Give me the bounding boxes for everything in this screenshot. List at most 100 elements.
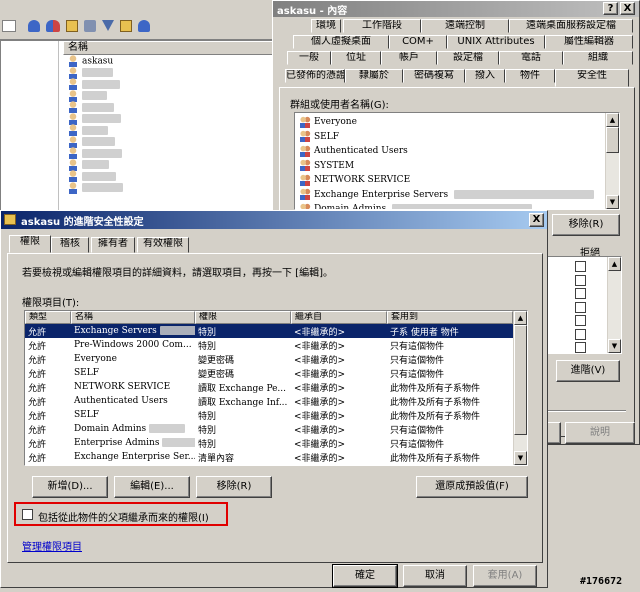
restore-defaults-button[interactable]: 還原成預設值(F) bbox=[416, 476, 528, 498]
principal-item[interactable]: Authenticated Users bbox=[299, 144, 615, 159]
principal-list[interactable]: Everyone SELF Authenticated Users SYSTEM NET… bbox=[294, 112, 620, 210]
toolbar-icon-ou[interactable] bbox=[66, 20, 78, 32]
toolbar-icon-group[interactable] bbox=[46, 20, 60, 32]
help-title-button[interactable]: ? bbox=[603, 2, 618, 15]
tab-row2-0[interactable]: 個人虛擬桌面 bbox=[293, 35, 389, 49]
principal-item[interactable]: SYSTEM bbox=[299, 159, 615, 174]
deny-checkbox[interactable] bbox=[575, 274, 586, 286]
tab-row3-3[interactable]: 設定檔 bbox=[437, 51, 499, 65]
scroll-thumb[interactable] bbox=[606, 127, 619, 153]
table-row[interactable]: 允許 Exchange Enterprise Ser... 清單內容 <非繼承的> 此物… bbox=[25, 450, 513, 464]
tab-row1-1[interactable]: 工作階段 bbox=[343, 19, 421, 33]
tab-row3-1[interactable]: 位址 bbox=[331, 51, 381, 65]
list-item[interactable] bbox=[67, 66, 267, 79]
table-row[interactable]: 允許 Enterprise Admins 特別 <非繼承的> 只有這個物件 bbox=[25, 436, 513, 450]
principal-item[interactable]: NETWORK SERVICE bbox=[299, 173, 615, 188]
toolbar-icon-find[interactable] bbox=[84, 20, 96, 32]
inherit-checkbox[interactable] bbox=[22, 509, 33, 520]
scroll-up-icon[interactable]: ▲ bbox=[606, 113, 619, 127]
deny-checkbox[interactable] bbox=[575, 288, 586, 299]
advanced-close-button[interactable]: X bbox=[529, 213, 544, 227]
toolbar-icon-user[interactable] bbox=[28, 20, 40, 32]
table-row[interactable]: 允許 Everyone 變更密碼 <非繼承的> 只有這個物件 bbox=[25, 352, 513, 366]
entries-scroll-up-icon[interactable]: ▲ bbox=[514, 311, 527, 325]
list-item[interactable] bbox=[67, 124, 267, 136]
entries-scrollbar[interactable]: ▲ ▼ bbox=[513, 311, 527, 465]
list-item[interactable] bbox=[67, 181, 267, 194]
table-row[interactable]: 允許 SELF 變更密碼 <非繼承的> 只有這個物件 bbox=[25, 366, 513, 380]
tab-row2-2[interactable]: UNIX Attributes bbox=[447, 35, 545, 49]
adv-tab-2[interactable]: 擁有者 bbox=[91, 237, 135, 253]
tab-row4-2[interactable]: 密碼複寫 bbox=[403, 69, 465, 83]
list-item[interactable] bbox=[67, 89, 267, 102]
tab-row1-3[interactable]: 遠端桌面服務設定檔 bbox=[509, 19, 633, 33]
column-header-name[interactable]: 名稱 bbox=[71, 311, 195, 324]
deny-checkbox[interactable] bbox=[575, 328, 586, 340]
list-item[interactable] bbox=[67, 170, 267, 182]
deny-checkbox[interactable] bbox=[575, 315, 586, 326]
toolbar-icon-left[interactable] bbox=[2, 20, 16, 32]
adv-tab-0[interactable]: 權限 bbox=[9, 235, 51, 253]
adv-tab-1[interactable]: 稽核 bbox=[51, 237, 89, 253]
tab-row4-5[interactable]: 安全性 bbox=[555, 69, 629, 87]
properties-help-button[interactable]: 說明 bbox=[565, 422, 635, 444]
table-row[interactable]: 允許 Domain Admins 特別 <非繼承的> 只有這個物件 bbox=[25, 422, 513, 436]
tab-row3-5[interactable]: 組織 bbox=[563, 51, 633, 65]
toolbar-icon-move[interactable] bbox=[120, 20, 132, 32]
column-header-apply-to[interactable]: 套用到 bbox=[387, 311, 513, 324]
deny-checkbox[interactable] bbox=[575, 342, 586, 353]
tab-row4-3[interactable]: 撥入 bbox=[465, 69, 505, 83]
column-header-inherited[interactable]: 繼承自 bbox=[291, 311, 387, 324]
tab-row4-1[interactable]: 隸屬於 bbox=[345, 69, 403, 83]
perm-scroll-up-icon[interactable]: ▲ bbox=[608, 257, 621, 271]
close-title-button[interactable]: X bbox=[620, 2, 635, 15]
table-row[interactable]: 允許 Exchange Servers 特別 <非繼承的> 子系 使用者 物件 bbox=[25, 324, 513, 338]
entries-scroll-down-icon[interactable]: ▼ bbox=[514, 451, 527, 465]
principal-item[interactable]: Domain Admins bbox=[299, 202, 615, 209]
apply-button[interactable]: 套用(A) bbox=[473, 565, 537, 587]
permission-entries-list[interactable]: 類型 名稱 權限 繼承自 套用到 允許 Exchange Servers 特別 <非繼… bbox=[24, 310, 528, 466]
table-row[interactable]: 允許 Authenticated Users 讀取 Exchange Inf... <… bbox=[25, 394, 513, 408]
list-item[interactable] bbox=[67, 101, 267, 113]
list-item[interactable] bbox=[67, 78, 267, 90]
filter-icon[interactable] bbox=[102, 20, 114, 31]
principal-scrollbar[interactable]: ▲ ▼ bbox=[605, 113, 619, 209]
list-item[interactable] bbox=[67, 147, 267, 159]
table-row[interactable]: 允許 Pre-Windows 2000 Com... 特別 <非繼承的> 只有這個物件 bbox=[25, 338, 513, 352]
ok-button[interactable]: 確定 bbox=[332, 564, 398, 588]
scroll-down-icon[interactable]: ▼ bbox=[606, 195, 619, 209]
table-row[interactable]: 允許 SELF 特別 <非繼承的> 此物件及所有子系物件 bbox=[25, 408, 513, 422]
tab-row3-0[interactable]: 一般 bbox=[287, 51, 331, 65]
deny-checkbox[interactable] bbox=[575, 301, 586, 313]
tab-row3-2[interactable]: 帳戶 bbox=[381, 51, 437, 65]
list-item[interactable]: askasu bbox=[67, 55, 267, 67]
tab-row1-0[interactable]: 環境 bbox=[311, 19, 341, 33]
add-button[interactable]: 新增(D)... bbox=[32, 476, 108, 498]
edit-button[interactable]: 編輯(E)... bbox=[114, 476, 190, 498]
list-item[interactable] bbox=[67, 112, 267, 125]
advanced-button[interactable]: 進階(V) bbox=[556, 360, 620, 382]
tab-row2-3[interactable]: 屬性編輯器 bbox=[545, 35, 633, 49]
entries-scroll-thumb[interactable] bbox=[514, 325, 527, 435]
tab-row1-2[interactable]: 遠端控制 bbox=[421, 19, 509, 33]
manage-permissions-link[interactable]: 管理權限項目 bbox=[22, 538, 82, 553]
column-header-type[interactable]: 類型 bbox=[25, 311, 71, 324]
permission-scrollbar[interactable]: ▲ ▼ bbox=[607, 257, 621, 353]
remove-button[interactable]: 移除(R) bbox=[196, 476, 272, 498]
tab-row3-4[interactable]: 電話 bbox=[499, 51, 563, 65]
principal-item[interactable]: Exchange Enterprise Servers bbox=[299, 188, 615, 203]
principal-item[interactable]: SELF bbox=[299, 130, 615, 145]
cancel-button[interactable]: 取消 bbox=[403, 565, 467, 587]
remove-principal-button[interactable]: 移除(R) bbox=[552, 214, 620, 236]
list-item[interactable] bbox=[67, 135, 267, 148]
deny-checkbox[interactable] bbox=[575, 261, 586, 272]
tab-row4-0[interactable]: 已發佈的憑證 bbox=[285, 69, 345, 83]
principal-item[interactable]: Everyone bbox=[299, 115, 615, 130]
list-item[interactable] bbox=[67, 158, 267, 171]
table-row[interactable]: 允許 NETWORK SERVICE 讀取 Exchange Pe... <非繼承的>… bbox=[25, 380, 513, 394]
tab-row2-1[interactable]: COM+ bbox=[389, 35, 447, 49]
list-header-name[interactable]: 名稱 bbox=[63, 41, 279, 55]
perm-scroll-down-icon[interactable]: ▼ bbox=[608, 339, 621, 353]
toolbar-icon-users2[interactable] bbox=[138, 20, 150, 32]
tab-row4-4[interactable]: 物件 bbox=[505, 69, 555, 83]
